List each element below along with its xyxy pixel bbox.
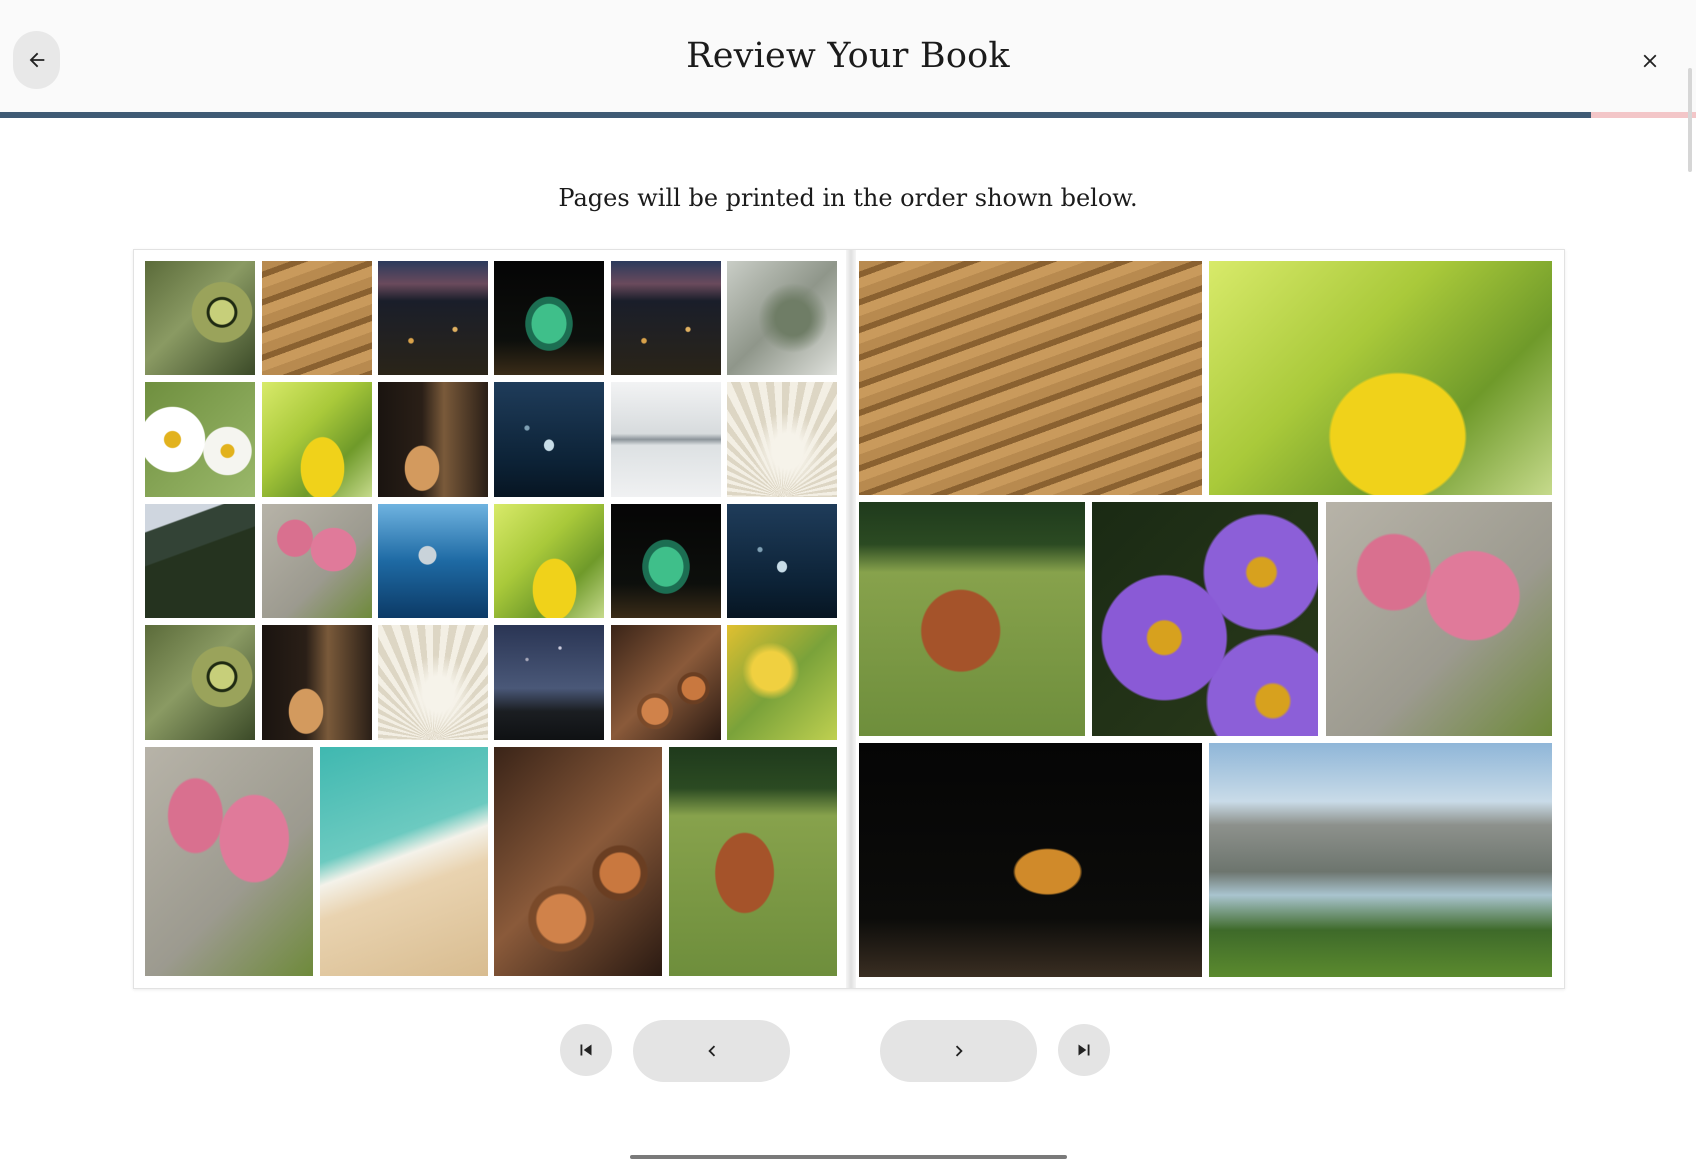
photo-lizard-eye[interactable] [145,625,255,740]
home-indicator[interactable] [630,1155,1067,1159]
photo-tiger[interactable] [859,743,1202,977]
photo-pine-branch[interactable] [727,261,837,375]
photo-beach[interactable] [320,747,488,976]
photo-white-peacock[interactable] [378,625,488,740]
photo-firewood[interactable] [611,625,721,740]
close-icon [1643,54,1657,68]
next-page-button[interactable] [880,1020,1037,1082]
photo-purple-asters[interactable] [1092,502,1318,736]
last-page-button[interactable] [1058,1024,1110,1076]
photo-fish-school[interactable] [727,504,837,618]
chevron-right-icon [955,1045,963,1057]
first-page-button[interactable] [560,1024,612,1076]
book-spine [846,250,856,988]
book-spread [133,249,1565,989]
photo-pink-tulips[interactable] [262,504,372,618]
photo-fish-school[interactable] [494,382,604,497]
photo-chameleon[interactable] [611,504,721,618]
scrollbar[interactable] [1688,68,1692,172]
photo-cat[interactable] [378,382,488,497]
photo-yellow-tree[interactable] [727,625,837,740]
photo-lizard-eye[interactable] [145,261,255,375]
skip-to-first-icon [580,1044,592,1056]
photo-daisy[interactable] [145,382,255,497]
progress-bar [0,112,1696,118]
photo-cow-large[interactable] [859,502,1085,736]
photo-sunflower[interactable] [494,504,604,618]
photo-white-peacock[interactable] [727,382,837,497]
photo-chameleon[interactable] [494,261,604,375]
photo-cat[interactable] [262,625,372,740]
photo-sand-dunes-large[interactable] [859,261,1202,495]
photo-cow[interactable] [669,747,837,976]
photo-sand-dunes[interactable] [262,261,372,375]
photo-city-night[interactable] [611,261,721,375]
instructions-text: Pages will be printed in the order shown… [558,184,1138,212]
photo-city-night[interactable] [378,261,488,375]
photo-milky-way[interactable] [494,625,604,740]
photo-pink-tulips-large[interactable] [1326,502,1552,736]
progress-fill [0,112,1591,118]
photo-sunflower-large[interactable] [1209,261,1552,495]
page-title: Review Your Book [686,36,1010,76]
photo-firewood[interactable] [494,747,662,976]
photo-mountain-forest[interactable] [145,504,255,618]
top-bar: Review Your Book [0,0,1696,113]
photo-sunflower[interactable] [262,382,372,497]
skip-to-last-icon [1078,1044,1090,1056]
close-button[interactable] [1624,38,1676,84]
chevron-left-icon [707,1045,715,1057]
photo-winter-lake[interactable] [611,382,721,497]
photo-shark[interactable] [378,504,488,618]
photo-mountain-lake[interactable] [1209,743,1552,977]
photo-pink-tulips[interactable] [145,747,313,976]
previous-page-button[interactable] [633,1020,790,1082]
